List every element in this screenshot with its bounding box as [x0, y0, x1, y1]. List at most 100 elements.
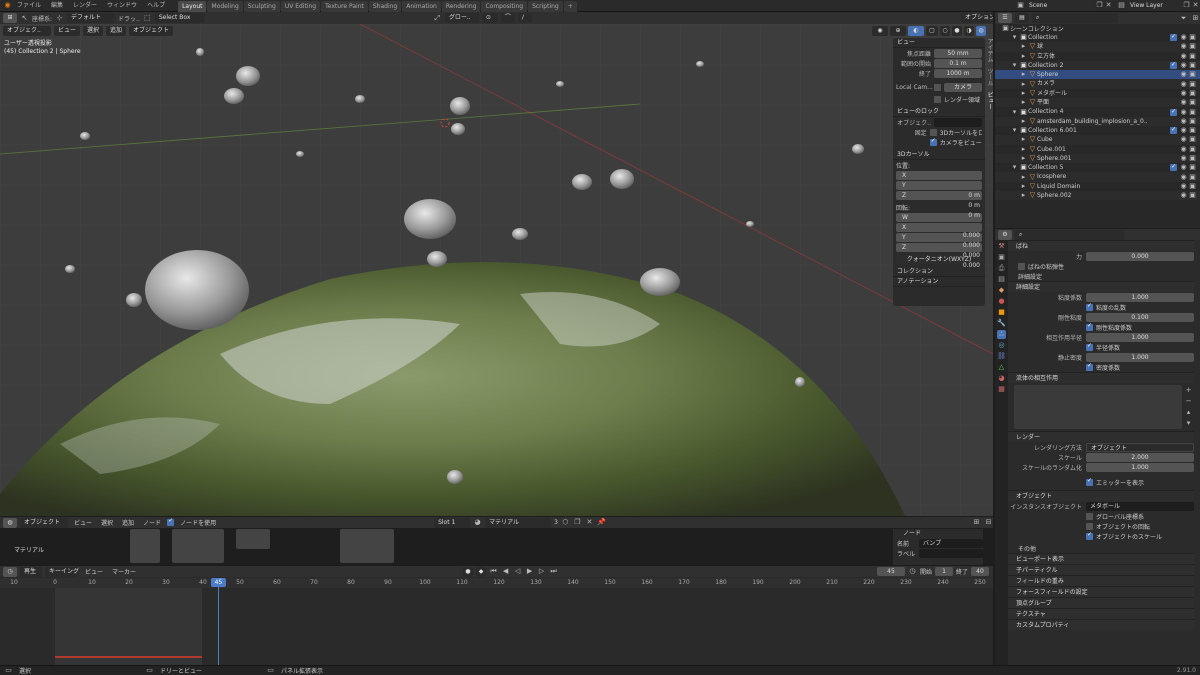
use-nodes-checkbox[interactable]	[167, 517, 175, 526]
editor-type-button[interactable]: ⊞	[3, 13, 17, 23]
timeline-editor-type[interactable]: ◷	[3, 566, 17, 577]
rest-density-field[interactable]: 1.000	[1086, 352, 1194, 362]
render-camera-icon[interactable]: ▣	[1188, 182, 1197, 191]
3d-viewport[interactable]: オブジェク.. ビュー 選択 追加 オブジェクト ユーザー透視投影 (45) C…	[0, 24, 993, 516]
particles-tab-icon[interactable]: ∴	[997, 330, 1006, 339]
collapse-arrow-icon[interactable]: ▸	[1019, 52, 1028, 61]
options-dropdown[interactable]: オプション	[961, 13, 993, 23]
3d-cursor-header[interactable]: 3Dカーソル	[893, 150, 985, 160]
copy-icon[interactable]: ❐	[1095, 1, 1104, 10]
view-lock-header[interactable]: ビューのロック	[893, 107, 985, 117]
record-button[interactable]: ●	[463, 566, 474, 577]
collapse-arrow-icon[interactable]: ▸	[1019, 135, 1028, 144]
playhead-frame-badge[interactable]: 45	[211, 578, 226, 587]
render-region-checkbox[interactable]	[934, 95, 941, 103]
render-tab-icon[interactable]: ▣	[997, 253, 1006, 262]
world-tab-icon[interactable]: ●	[997, 297, 1006, 306]
workspace-tab-sculpting[interactable]: Sculpting	[243, 0, 280, 12]
outliner-editor-type[interactable]: ☰	[998, 13, 1012, 23]
view-layer-tab-icon[interactable]: ▤	[997, 275, 1006, 284]
material-name-field[interactable]: マテリアル	[485, 517, 552, 528]
render-camera-icon[interactable]: ▣	[1188, 163, 1197, 172]
node-editor-type[interactable]: ◍	[3, 517, 17, 528]
outliner-row[interactable]: ▸ ▽ Liquid Domain ◉ ▣	[995, 182, 1200, 191]
outliner-row[interactable]: ▸ ▽ 球 ◉ ▣	[995, 42, 1200, 52]
focal-length-field[interactable]: 50 mm	[934, 48, 982, 58]
menu-file[interactable]: ファイル	[12, 0, 46, 12]
viewport-menu-object[interactable]: オブジェクト	[129, 26, 174, 36]
collapsed-panel-header[interactable]: 頂点グループ	[1008, 597, 1194, 608]
copy-icon[interactable]: ❐	[1182, 1, 1191, 10]
node-menu-select[interactable]: 選択	[98, 518, 116, 527]
outliner-search-input[interactable]: ⌕	[1032, 13, 1118, 23]
sidebar-tab-item[interactable]: アイテム	[986, 38, 993, 62]
select-box-icon[interactable]: ⬚	[143, 14, 152, 23]
snap-icon[interactable]: ⊞	[972, 518, 981, 527]
render-camera-icon[interactable]: ▣	[1188, 52, 1197, 61]
exclude-checkbox[interactable]	[1170, 126, 1177, 134]
mode-dropdown[interactable]: オブジェク..	[3, 26, 51, 36]
render-camera-icon[interactable]: ▣	[1188, 135, 1197, 144]
collapse-arrow-icon[interactable]: ▸	[1019, 89, 1028, 98]
output-tab-icon[interactable]: ⎙	[997, 264, 1006, 273]
render-as-dropdown[interactable]: オブジェクト	[1086, 442, 1194, 452]
outliner-row[interactable]: ▸ ▽ Cube ◉ ▣	[995, 135, 1200, 145]
scene-icon[interactable]: ▣	[1016, 1, 1025, 10]
exclude-checkbox[interactable]	[1170, 33, 1177, 41]
scene-selector[interactable]: Scene	[1025, 0, 1095, 11]
render-panel-header[interactable]: レンダー	[1008, 431, 1194, 442]
outliner-row[interactable]: ▸ ▽ 立方体 ◉ ▣	[995, 52, 1200, 61]
render-camera-icon[interactable]: ▣	[1188, 117, 1197, 126]
local-camera-checkbox[interactable]	[934, 83, 941, 91]
outliner-row[interactable]: ▸ ▽ メタボール ◉ ▣	[995, 89, 1200, 98]
outliner-row[interactable]: ▾▣Collection 2◉▣	[995, 60, 1200, 71]
collapse-arrow-icon[interactable]: ▸	[1019, 182, 1028, 191]
visibility-eye-icon[interactable]: ◉	[1179, 33, 1188, 42]
scale-random-field[interactable]: 1.000	[1086, 462, 1194, 472]
node-box[interactable]	[340, 529, 394, 563]
visibility-eye-icon[interactable]: ◉	[1179, 191, 1188, 200]
cursor-tool-icon[interactable]: ↖	[20, 14, 29, 23]
advanced-subpanel-2[interactable]: 詳細設定	[1008, 281, 1194, 292]
modifier-tab-icon[interactable]: 🔧	[997, 319, 1006, 328]
prev-key-icon[interactable]: ◀	[501, 567, 510, 576]
render-camera-icon[interactable]: ▣	[1188, 98, 1197, 107]
stiffness-field[interactable]: 0.100	[1086, 312, 1194, 322]
outliner-row[interactable]: ▸ ▽ カメラ ◉ ▣	[995, 79, 1200, 89]
cursor-y-field[interactable]: Y	[896, 180, 982, 190]
global-coords-checkbox[interactable]	[1086, 512, 1093, 520]
transform-icon[interactable]: ⤢	[433, 14, 442, 23]
workspace-tab-rendering[interactable]: Rendering	[441, 0, 481, 12]
sidebar-tab-tool[interactable]: ツール	[986, 68, 993, 86]
gizmo-icon[interactable]: ⊕	[890, 26, 906, 36]
expand-arrow-icon[interactable]: ▾	[1010, 163, 1019, 172]
render-camera-icon[interactable]: ▣	[1188, 33, 1197, 42]
viscosity-field[interactable]: 1.000	[1086, 292, 1194, 302]
view-layer-selector[interactable]: View Layer	[1126, 0, 1182, 11]
workspace-tab-uv-editing[interactable]: UV Editing	[280, 0, 321, 12]
expand-arrow-icon[interactable]: ▾	[1010, 126, 1019, 135]
workspace-tab-shading[interactable]: Shading	[368, 0, 402, 12]
fake-user-icon[interactable]: ⬡	[561, 518, 570, 527]
texture-tab-icon[interactable]: ▦	[997, 385, 1006, 394]
overlay-icon[interactable]: ⊟	[984, 518, 993, 527]
annotation-panel-header[interactable]: アノテーション	[893, 277, 985, 287]
workspace-tab-layout[interactable]: Layout	[178, 0, 207, 12]
viscoelastic-checkbox[interactable]	[1018, 262, 1025, 270]
outliner-row[interactable]: ▸ ▽ 平面 ◉ ▣	[995, 98, 1200, 108]
workspace-tab-animation[interactable]: Animation	[402, 0, 441, 12]
select-mode-dropdown[interactable]: Select Box	[154, 13, 205, 23]
node-box[interactable]	[172, 529, 224, 563]
lock-camera-checkbox[interactable]	[929, 137, 937, 146]
view-layer-icon[interactable]: ▤	[1117, 1, 1126, 10]
node-menu-view[interactable]: ビュー	[71, 518, 95, 527]
exclude-checkbox[interactable]	[1170, 107, 1177, 116]
visibility-eye-icon[interactable]: ◉	[1179, 61, 1188, 70]
collapse-arrow-icon[interactable]: ▸	[1019, 173, 1028, 182]
collapsed-panel-header[interactable]: テクスチャ	[1008, 608, 1194, 619]
expand-arrow-icon[interactable]: ▾	[1010, 108, 1019, 117]
node-name-field[interactable]: バンプ	[919, 538, 983, 548]
remove-icon[interactable]: −	[1184, 397, 1193, 406]
shader-node-editor[interactable]: ◍ オブジェクト ビュー 選択 追加 ノード ノードを使用 Slot 1 ◕ マ…	[0, 517, 993, 565]
start-frame-field[interactable]: 1	[934, 567, 953, 576]
